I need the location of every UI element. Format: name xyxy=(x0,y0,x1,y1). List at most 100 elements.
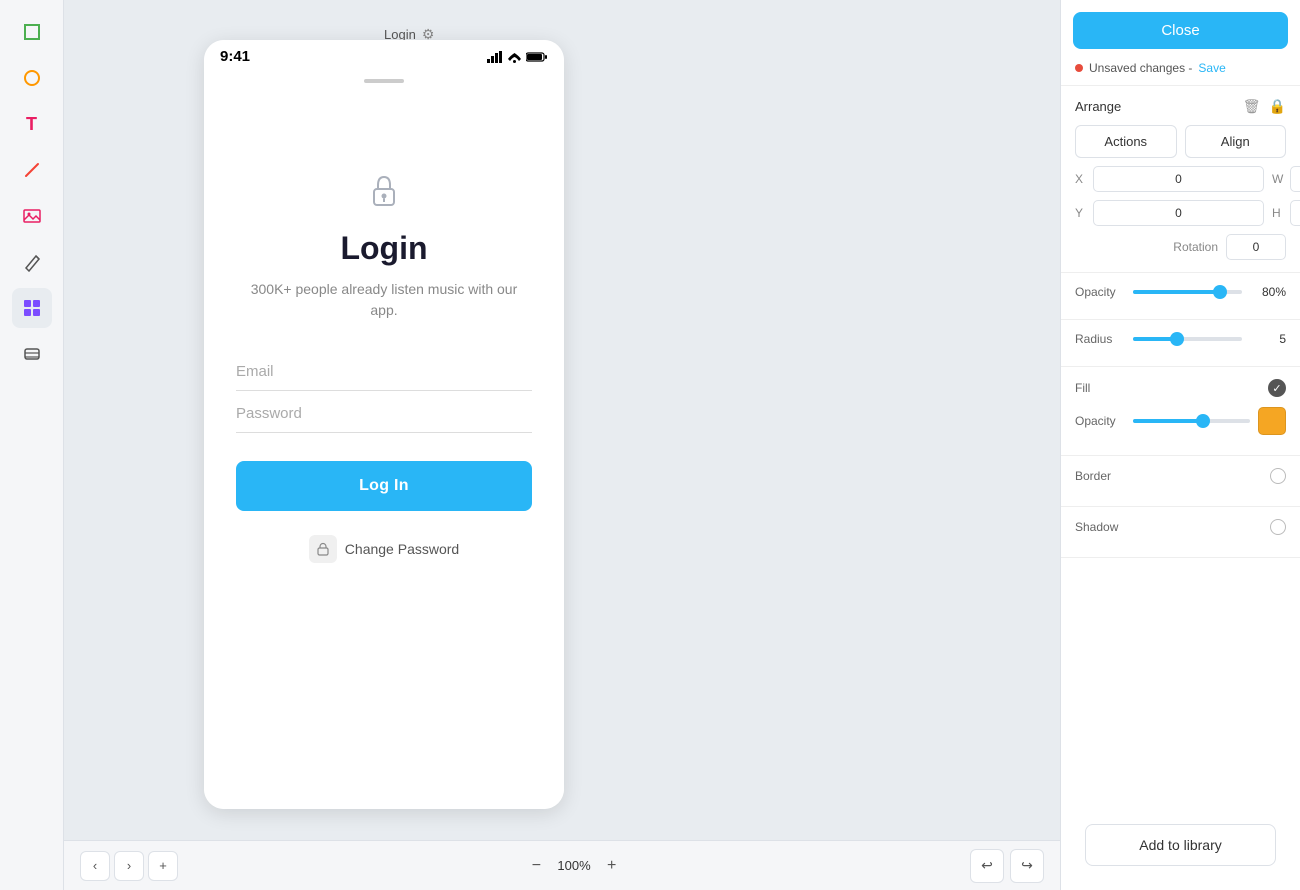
back-button[interactable]: ‹ xyxy=(80,851,110,881)
nav-buttons: ‹ › + xyxy=(80,851,178,881)
fill-color-swatch[interactable] xyxy=(1258,407,1286,435)
components-tool[interactable] xyxy=(12,288,52,328)
fill-section: Fill ✓ Opacity xyxy=(1061,367,1300,456)
zoom-controls: − 100% + xyxy=(523,853,624,879)
email-input-group xyxy=(204,353,564,391)
history-buttons: ↩ ↪ xyxy=(970,849,1044,883)
fill-opacity-fill xyxy=(1133,419,1203,423)
opacity-value: 80% xyxy=(1250,285,1286,299)
border-section: Border xyxy=(1061,456,1300,507)
arrange-title: Arrange xyxy=(1075,99,1121,114)
x-coord: X xyxy=(1075,166,1264,192)
radius-label: Radius xyxy=(1075,332,1125,346)
y-label: Y xyxy=(1075,206,1089,220)
arrange-section: Arrange 🗑 🔒 Actions Align X W Y xyxy=(1061,86,1300,273)
rectangle-tool[interactable] xyxy=(12,12,52,52)
login-title: Login xyxy=(340,230,427,267)
w-input[interactable] xyxy=(1290,166,1300,192)
storage-tool[interactable] xyxy=(12,334,52,374)
unsaved-dot xyxy=(1075,64,1083,72)
action-buttons-row: Actions Align xyxy=(1075,125,1286,158)
image-tool[interactable] xyxy=(12,196,52,236)
forward-button[interactable]: › xyxy=(114,851,144,881)
status-time: 9:41 xyxy=(220,48,250,65)
undo-button[interactable]: ↩ xyxy=(970,849,1004,883)
opacity-thumb[interactable] xyxy=(1213,285,1227,299)
panel-footer: Add to library xyxy=(1061,812,1300,890)
coordinate-grid: X W Y H xyxy=(1075,166,1286,226)
rotation-input[interactable] xyxy=(1226,234,1286,260)
change-password-text: Change Password xyxy=(345,541,459,557)
delete-icon[interactable]: 🗑 xyxy=(1243,98,1261,115)
lock-icon[interactable]: 🔒 xyxy=(1269,98,1286,115)
left-toolbar: T xyxy=(0,0,64,890)
h-label: H xyxy=(1272,206,1286,220)
radius-row: Radius 5 xyxy=(1075,332,1286,346)
w-label: W xyxy=(1272,172,1286,186)
fill-control: ✓ xyxy=(1268,379,1286,397)
unsaved-text: Unsaved changes - xyxy=(1089,61,1192,75)
radius-track[interactable] xyxy=(1133,337,1242,341)
fill-opacity-thumb[interactable] xyxy=(1196,414,1210,428)
y-coord: Y xyxy=(1075,200,1264,226)
shadow-row: Shadow xyxy=(1075,519,1286,535)
pen-tool[interactable] xyxy=(12,150,52,190)
change-password-row[interactable]: Change Password xyxy=(309,535,459,563)
circle-tool[interactable] xyxy=(12,58,52,98)
shadow-section: Shadow xyxy=(1061,507,1300,558)
phone-mockup: 9:41 Login 300K+ people already listen m… xyxy=(204,40,564,809)
change-password-icon xyxy=(309,535,337,563)
canvas-area: Login ⚙ 9:41 Login xyxy=(64,0,1060,890)
fill-label: Fill xyxy=(1075,381,1090,395)
w-coord: W xyxy=(1272,166,1300,192)
y-input[interactable] xyxy=(1093,200,1264,226)
radius-section: Radius 5 xyxy=(1061,320,1300,367)
align-button[interactable]: Align xyxy=(1185,125,1287,158)
add-to-library-button[interactable]: Add to library xyxy=(1085,824,1276,866)
fill-check[interactable]: ✓ xyxy=(1268,379,1286,397)
x-input[interactable] xyxy=(1093,166,1264,192)
fill-row: Fill ✓ xyxy=(1075,379,1286,397)
arrange-header: Arrange 🗑 🔒 xyxy=(1075,98,1286,115)
fill-opacity-track[interactable] xyxy=(1133,419,1250,423)
login-button[interactable]: Log In xyxy=(236,461,532,511)
login-subtitle: 300K+ people already listen music with o… xyxy=(204,279,564,321)
fill-opacity-label: Opacity xyxy=(1075,414,1125,428)
border-toggle[interactable] xyxy=(1270,468,1286,484)
save-link[interactable]: Save xyxy=(1198,61,1225,75)
opacity-section: Opacity 80% xyxy=(1061,273,1300,320)
zoom-in-button[interactable]: + xyxy=(599,853,625,879)
zoom-level-text: 100% xyxy=(557,858,590,873)
pencil-tool[interactable] xyxy=(12,242,52,282)
phone-lock-icon xyxy=(368,173,400,216)
opacity-label: Opacity xyxy=(1075,285,1125,299)
unsaved-row: Unsaved changes - Save xyxy=(1061,61,1300,85)
h-input[interactable] xyxy=(1290,200,1300,226)
arrange-icons: 🗑 🔒 xyxy=(1243,98,1286,115)
close-button[interactable]: Close xyxy=(1073,12,1288,49)
bottom-bar: ‹ › + − 100% + ↩ ↪ xyxy=(64,840,1060,890)
actions-button[interactable]: Actions xyxy=(1075,125,1177,158)
h-coord: H xyxy=(1272,200,1300,226)
opacity-fill xyxy=(1133,290,1220,294)
radius-value: 5 xyxy=(1250,332,1286,346)
zoom-out-button[interactable]: − xyxy=(523,853,549,879)
opacity-row: Opacity 80% xyxy=(1075,285,1286,299)
text-tool[interactable]: T xyxy=(12,104,52,144)
rotation-row: Rotation xyxy=(1075,234,1286,260)
radius-thumb[interactable] xyxy=(1170,332,1184,346)
right-panel: Close Unsaved changes - Save Arrange 🗑 🔒… xyxy=(1060,0,1300,890)
phone-handle xyxy=(364,79,404,83)
shadow-toggle[interactable] xyxy=(1270,519,1286,535)
shadow-label: Shadow xyxy=(1075,520,1118,534)
rotation-label: Rotation xyxy=(1173,240,1218,254)
add-page-button[interactable]: + xyxy=(148,851,178,881)
opacity-track[interactable] xyxy=(1133,290,1242,294)
password-input[interactable] xyxy=(236,395,532,433)
email-input[interactable] xyxy=(236,353,532,391)
fill-opacity-row: Opacity xyxy=(1075,407,1286,435)
x-label: X xyxy=(1075,172,1089,186)
status-icons xyxy=(487,51,548,63)
redo-button[interactable]: ↪ xyxy=(1010,849,1044,883)
border-row: Border xyxy=(1075,468,1286,484)
